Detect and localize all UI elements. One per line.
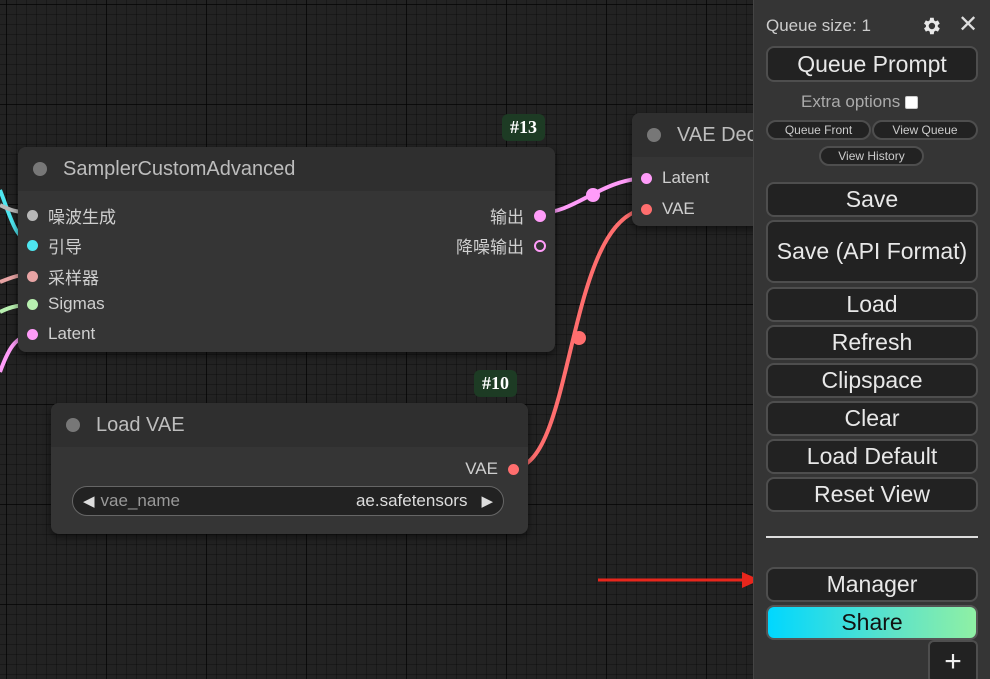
add-icon[interactable]: + bbox=[928, 640, 978, 679]
slot-label: Latent bbox=[48, 324, 96, 343]
slot-label: 引导 bbox=[48, 238, 82, 257]
output-denoised[interactable]: 降噪输出 bbox=[380, 233, 546, 258]
vae-name-combo[interactable]: ◀ vae_name ae.safetensors ▶ bbox=[72, 486, 504, 516]
slot-pin-icon[interactable] bbox=[27, 298, 38, 310]
arrow-right-icon[interactable]: ▶ bbox=[481, 492, 493, 510]
extra-options-label: Extra options bbox=[801, 92, 901, 111]
node-header[interactable]: SamplerCustomAdvanced bbox=[18, 147, 555, 191]
manager-button[interactable]: Manager bbox=[766, 567, 978, 602]
widget-value: ae.safetensors bbox=[355, 491, 468, 510]
node-id-badge: #13 bbox=[502, 114, 545, 141]
slot-pin-icon[interactable] bbox=[534, 209, 546, 222]
slot-pin-icon[interactable] bbox=[27, 271, 38, 282]
collapse-dot-icon[interactable] bbox=[33, 162, 47, 176]
link-latent-midpoint[interactable] bbox=[586, 188, 600, 202]
save-button[interactable]: Save bbox=[766, 182, 978, 217]
slot-pin-icon[interactable] bbox=[641, 203, 652, 215]
input-sampler[interactable]: 采样器 bbox=[27, 264, 99, 289]
view-queue-button[interactable]: View Queue bbox=[872, 120, 978, 140]
view-history-button[interactable]: View History bbox=[819, 146, 924, 166]
slot-label: 降噪输出 bbox=[456, 238, 524, 257]
reset-view-button[interactable]: Reset View bbox=[766, 477, 978, 512]
node-title: VAE Dec bbox=[677, 123, 757, 146]
slot-pin-icon[interactable] bbox=[508, 463, 519, 475]
widget-label: vae_name bbox=[100, 491, 180, 510]
node-header[interactable]: Load VAE bbox=[51, 403, 528, 447]
slot-label: 输出 bbox=[490, 208, 524, 227]
extra-options[interactable]: Extra options bbox=[801, 92, 919, 112]
collapse-dot-icon[interactable] bbox=[66, 418, 80, 432]
side-menu: Queue size: 1 ✕ Queue Prompt Extra optio… bbox=[753, 0, 990, 679]
input-sigmas[interactable]: Sigmas bbox=[27, 294, 105, 314]
slot-pin-icon[interactable] bbox=[27, 328, 38, 340]
input-guider[interactable]: 引导 bbox=[27, 233, 82, 258]
output-output[interactable]: 输出 bbox=[380, 203, 546, 228]
queue-prompt-button[interactable]: Queue Prompt bbox=[766, 46, 978, 82]
node-title: SamplerCustomAdvanced bbox=[63, 157, 296, 180]
queue-front-button[interactable]: Queue Front bbox=[766, 120, 871, 140]
slot-pin-icon[interactable] bbox=[27, 240, 38, 251]
slot-label: VAE bbox=[465, 459, 498, 478]
menu-divider bbox=[766, 536, 978, 538]
input-vae[interactable]: VAE bbox=[641, 199, 695, 219]
slot-pin-icon[interactable] bbox=[534, 239, 546, 252]
link-vae-midpoint[interactable] bbox=[572, 331, 586, 345]
input-noise[interactable]: 噪波生成 bbox=[27, 203, 116, 228]
share-button[interactable]: Share bbox=[766, 605, 978, 640]
extra-options-checkbox[interactable] bbox=[905, 95, 919, 109]
output-vae[interactable]: VAE bbox=[400, 459, 519, 479]
slot-label: 噪波生成 bbox=[48, 208, 116, 227]
queue-size-label: Queue size: 1 bbox=[766, 16, 871, 35]
refresh-button[interactable]: Refresh bbox=[766, 325, 978, 360]
load-default-button[interactable]: Load Default bbox=[766, 439, 978, 474]
slot-label: VAE bbox=[662, 199, 695, 218]
collapse-dot-icon[interactable] bbox=[647, 128, 661, 142]
slot-label: Latent bbox=[662, 168, 710, 187]
input-latent[interactable]: Latent bbox=[27, 324, 95, 344]
close-icon[interactable]: ✕ bbox=[958, 10, 978, 39]
node-header[interactable]: VAE Dec bbox=[632, 113, 772, 157]
slot-label: 采样器 bbox=[48, 269, 99, 288]
gear-icon[interactable] bbox=[920, 15, 942, 37]
slot-pin-icon[interactable] bbox=[641, 172, 652, 184]
load-button[interactable]: Load bbox=[766, 287, 978, 322]
node-title: Load VAE bbox=[96, 413, 185, 436]
clipspace-button[interactable]: Clipspace bbox=[766, 363, 978, 398]
input-latent[interactable]: Latent bbox=[641, 168, 709, 188]
save-api-format-button[interactable]: Save (API Format) bbox=[766, 220, 978, 283]
slot-label: Sigmas bbox=[48, 294, 105, 313]
node-id-badge: #10 bbox=[474, 370, 517, 397]
slot-pin-icon[interactable] bbox=[27, 210, 38, 221]
clear-button[interactable]: Clear bbox=[766, 401, 978, 436]
arrow-left-icon[interactable]: ◀ bbox=[83, 492, 95, 510]
